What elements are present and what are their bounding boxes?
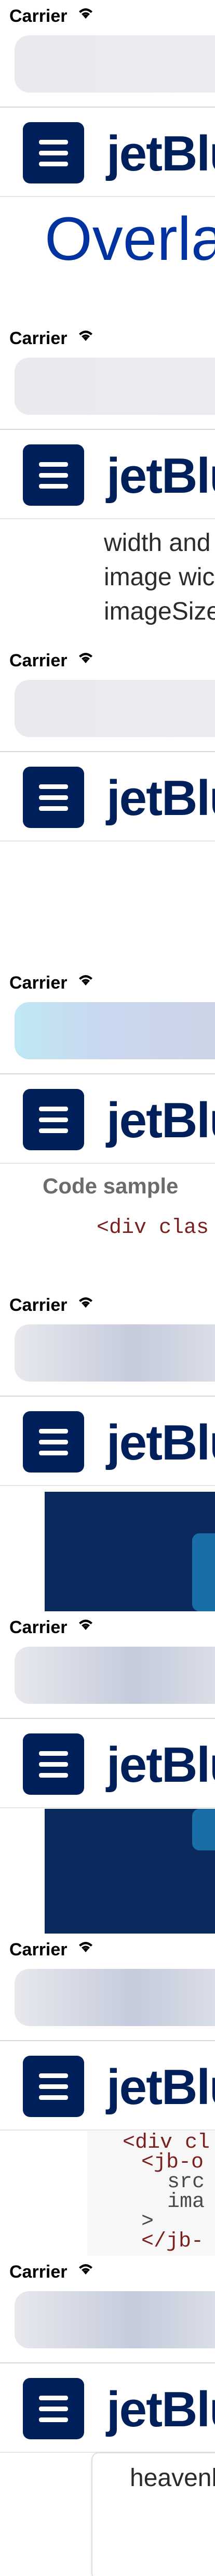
screen-frame-3: Carrier jetBlue <box>0 645 215 967</box>
carrier-label: Carrier <box>9 1940 68 1960</box>
jetblue-logo[interactable]: jetBlue <box>106 2381 215 2438</box>
screen-frame-6: Carrier jetBlue <box>0 1611 215 1934</box>
site-header: jetBlue <box>0 429 215 519</box>
address-bar[interactable] <box>15 1969 215 2026</box>
wifi-icon <box>79 2264 92 2275</box>
jetblue-logo[interactable]: jetBlue <box>106 2059 215 2116</box>
status-bar: Carrier <box>0 645 215 671</box>
site-header: jetBlue <box>0 751 215 842</box>
overlay-image-panel <box>45 1809 215 1934</box>
carrier-label: Carrier <box>9 6 68 26</box>
address-bar[interactable] <box>15 1324 215 1382</box>
status-bar: Carrier <box>0 1934 215 1960</box>
address-bar[interactable] <box>15 680 215 737</box>
menu-button[interactable] <box>23 2056 84 2117</box>
hamburger-icon <box>39 2073 68 2078</box>
code-line: ima <box>167 2190 205 2214</box>
overlay-image-panel <box>45 1492 215 1611</box>
address-bar[interactable] <box>15 1647 215 1704</box>
hamburger-icon <box>39 1751 68 1756</box>
site-header: jetBlue <box>0 1073 215 1164</box>
card-text: heavenl <box>130 2464 215 2492</box>
site-header: jetBlue <box>0 107 215 197</box>
wifi-icon <box>79 975 92 985</box>
address-bar[interactable] <box>15 35 215 93</box>
hamburger-icon <box>39 784 68 789</box>
hamburger-icon <box>39 139 68 144</box>
address-bar[interactable] <box>15 2291 215 2348</box>
overlay-card <box>192 1809 215 1850</box>
body-text: width and image wic imageSize <box>104 526 215 629</box>
jetblue-logo[interactable]: jetBlue <box>106 125 215 182</box>
screen-frame-4: Carrier jetBlue Code sample <div clas <box>0 967 215 1289</box>
body-line: imageSize <box>104 598 215 625</box>
status-bar: Carrier <box>0 1289 215 1315</box>
hamburger-icon <box>39 462 68 467</box>
code-line: <div clas <box>97 1216 209 1240</box>
code-line: </jb- <box>141 2230 204 2253</box>
menu-button[interactable] <box>23 2378 84 2439</box>
status-bar: Carrier <box>0 967 215 993</box>
screen-frame-5: Carrier jetBlue <box>0 1289 215 1611</box>
wifi-icon <box>79 331 92 341</box>
carrier-label: Carrier <box>9 1618 68 1637</box>
site-header: jetBlue <box>0 2362 215 2453</box>
menu-button[interactable] <box>23 1733 84 1795</box>
status-bar: Carrier <box>0 1611 215 1637</box>
site-header: jetBlue <box>0 2040 215 2131</box>
wifi-icon <box>79 1620 92 1630</box>
wifi-icon <box>79 653 92 663</box>
site-header: jetBlue <box>0 1718 215 1808</box>
carrier-label: Carrier <box>9 328 68 348</box>
screen-frame-7: Carrier jetBlue <div cl <jb-o src ima > … <box>0 1934 215 2256</box>
status-bar: Carrier <box>0 322 215 348</box>
jetblue-logo[interactable]: jetBlue <box>106 1414 215 1471</box>
hamburger-icon <box>39 1428 68 1434</box>
body-line: width and <box>104 529 211 557</box>
hamburger-icon <box>39 2395 68 2400</box>
jetblue-logo[interactable]: jetBlue <box>106 1737 215 1794</box>
wifi-icon <box>79 1297 92 1308</box>
carrier-label: Carrier <box>9 651 68 671</box>
menu-button[interactable] <box>23 1089 84 1150</box>
menu-button[interactable] <box>23 767 84 828</box>
wifi-icon <box>79 8 92 19</box>
code-sample-heading: Code sample <box>43 1174 179 1198</box>
screen-frame-8: Carrier jetBlue heavenl <box>0 2256 215 2576</box>
carrier-label: Carrier <box>9 2262 68 2282</box>
address-bar[interactable] <box>15 1002 215 1059</box>
menu-button[interactable] <box>23 1411 84 1473</box>
address-bar[interactable] <box>15 358 215 415</box>
page-title: Overla <box>45 205 215 273</box>
status-bar: Carrier <box>0 0 215 26</box>
body-line: image wic <box>104 563 215 591</box>
carrier-label: Carrier <box>9 1295 68 1315</box>
menu-button[interactable] <box>23 444 84 506</box>
menu-button[interactable] <box>23 122 84 183</box>
hamburger-icon <box>39 1106 68 1111</box>
wifi-icon <box>79 1942 92 1952</box>
overlay-card <box>192 1533 215 1611</box>
jetblue-logo[interactable]: jetBlue <box>106 1092 215 1149</box>
screen-frame-2: Carrier jetBlue width and image wic imag… <box>0 322 215 645</box>
site-header: jetBlue <box>0 1396 215 1486</box>
status-bar: Carrier <box>0 2256 215 2282</box>
carrier-label: Carrier <box>9 973 68 993</box>
screen-frame-1: Carrier jetBlue Overla <box>0 0 215 322</box>
jetblue-logo[interactable]: jetBlue <box>106 770 215 827</box>
jetblue-logo[interactable]: jetBlue <box>106 448 215 505</box>
